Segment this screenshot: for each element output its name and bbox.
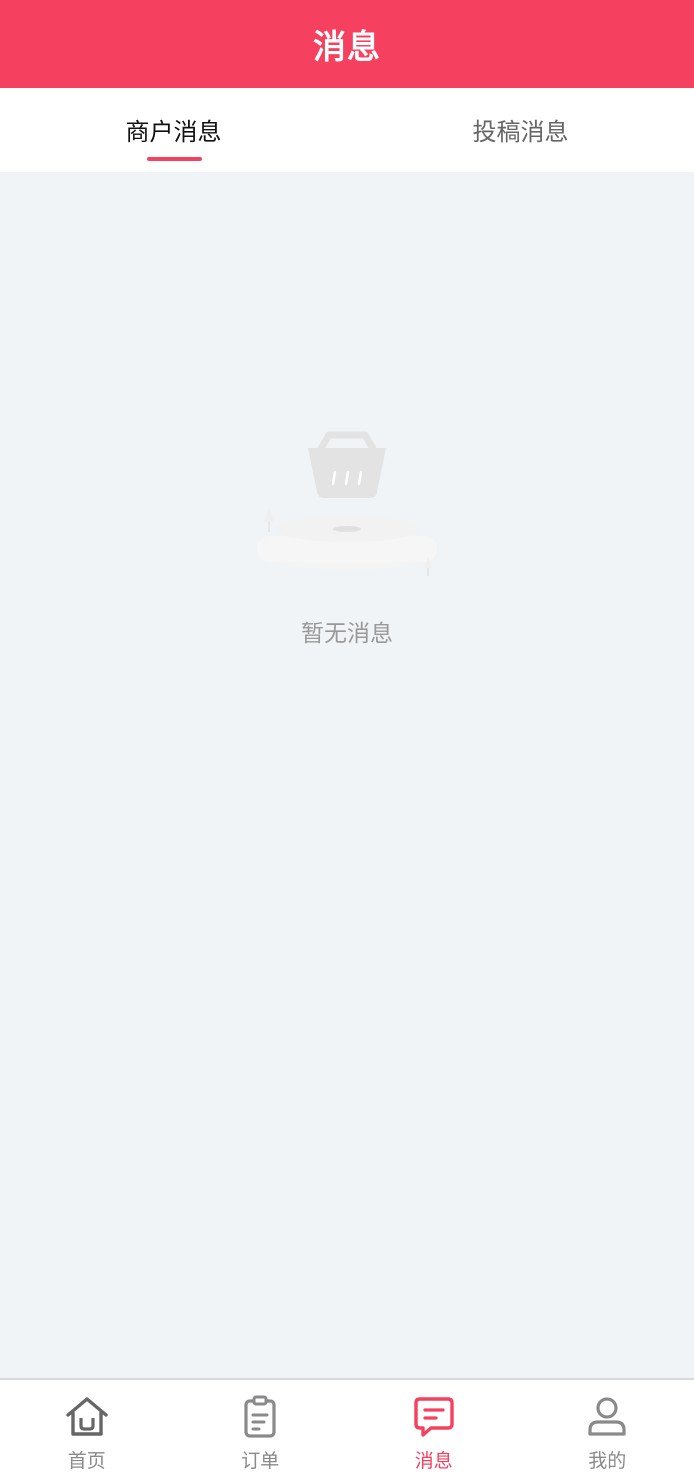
message-tabs: 商户消息 投稿消息 [0, 88, 694, 172]
page-title: 消息 [313, 27, 381, 66]
tabbar-label: 我的 [588, 1450, 627, 1472]
tab-merchant-messages[interactable]: 商户消息 [0, 88, 347, 172]
tab-submission-messages[interactable]: 投稿消息 [347, 88, 694, 172]
tabbar-item-messages[interactable]: 消息 [347, 1380, 521, 1478]
empty-message-text: 暂无消息 [301, 621, 393, 647]
tabbar-label: 订单 [241, 1450, 280, 1472]
tabbar-item-home[interactable]: 首页 [0, 1380, 174, 1478]
message-icon [414, 1397, 454, 1437]
tabbar-label: 首页 [67, 1450, 106, 1472]
tabbar-label: 消息 [414, 1450, 453, 1472]
home-icon [66, 1397, 108, 1436]
clipboard-icon [244, 1395, 276, 1438]
empty-state: 暂无消息 [0, 418, 694, 648]
message-list-area[interactable]: 暂无消息 [0, 172, 694, 1378]
bottom-tabbar: 首页 订单 消息 我的 [0, 1378, 694, 1478]
top-header: 消息 [0, 0, 694, 88]
tabbar-item-orders[interactable]: 订单 [174, 1380, 348, 1478]
tab-label: 投稿消息 [472, 118, 569, 146]
tab-label: 商户消息 [125, 118, 222, 146]
user-icon [588, 1397, 626, 1436]
tabbar-item-profile[interactable]: 我的 [521, 1380, 694, 1478]
empty-basket-icon [257, 431, 437, 576]
active-tab-indicator [146, 157, 202, 161]
